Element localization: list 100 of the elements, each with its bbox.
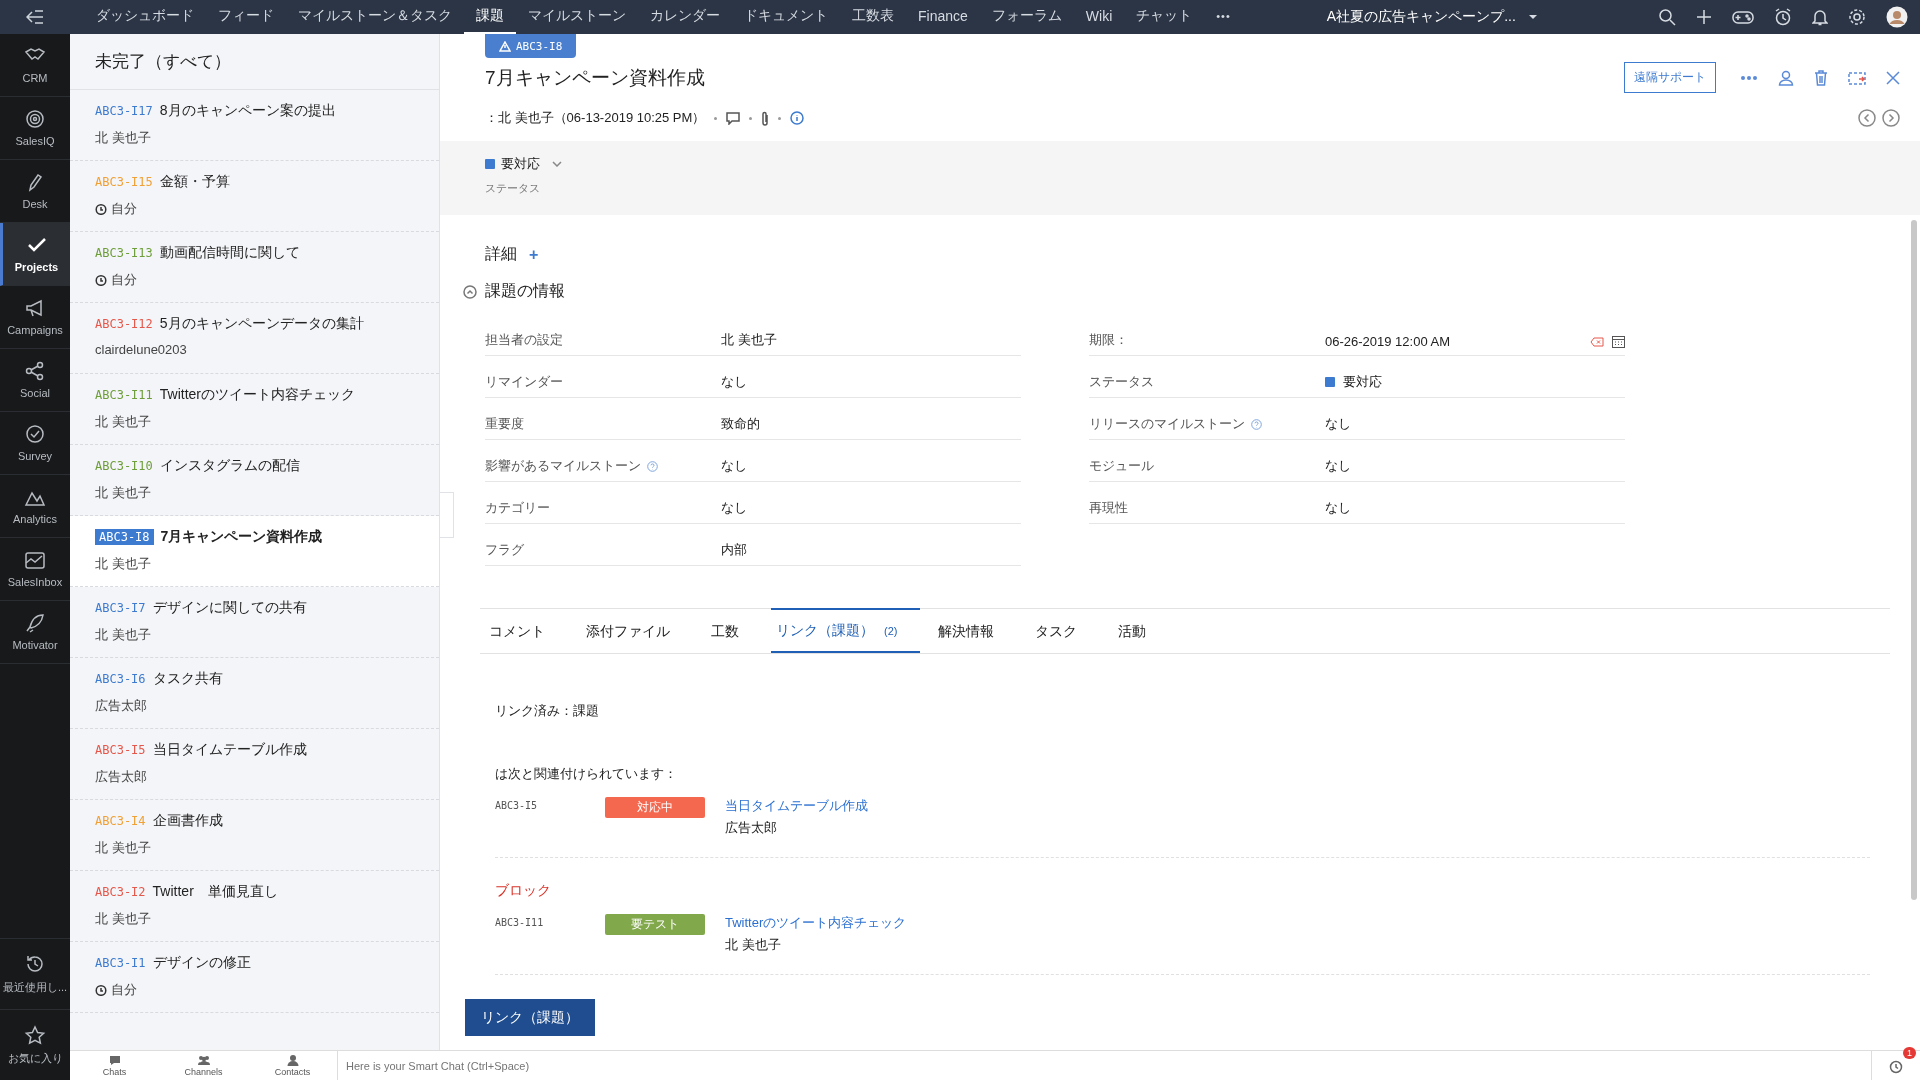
issue-item[interactable]: ABC3-I7 デザインに関しての共有 北 美也子 [70, 587, 439, 658]
tab[interactable]: 解決情報 [929, 608, 1018, 653]
nav-tab[interactable]: フィード [206, 0, 286, 34]
link-issue-button[interactable]: リンク（課題） [465, 999, 595, 1036]
more-menu[interactable]: ••• [1204, 0, 1243, 34]
issue-item[interactable]: ABC3-I4 企画書作成 北 美也子 [70, 800, 439, 871]
issue-item[interactable]: ABC3-I12 5月のキャンペーンデータの集計 clairdelune0203 [70, 303, 439, 374]
status-dropdown[interactable]: 要対応 [485, 155, 562, 173]
tab[interactable]: 活動 [1109, 608, 1170, 653]
field-label: ステータス [1089, 373, 1154, 391]
nav-tab[interactable]: フォーラム [979, 0, 1074, 34]
nav-tab[interactable]: カレンダー [638, 0, 732, 34]
chat-input[interactable]: Here is your Smart Chat (Ctrl+Space) [337, 1051, 1872, 1080]
issue-id: ABC3-I1 [95, 956, 146, 970]
issue-item[interactable]: ABC3-I13 動画配信時間に関して 自分 [70, 232, 439, 303]
issue-title: 当日タイムテーブル作成 [152, 741, 307, 759]
issue-title: 企画書作成 [152, 812, 223, 830]
info-icon[interactable] [790, 111, 805, 125]
back-icon[interactable] [26, 10, 44, 24]
rail-item[interactable]: Projects [0, 223, 70, 286]
issue-item[interactable]: ABC3-I11 Twitterのツイート内容チェック 北 美也子 [70, 374, 439, 445]
convert-icon[interactable] [1848, 69, 1866, 86]
issue-id: ABC3-I12 [95, 317, 153, 331]
chat-bubble-icon [107, 1054, 122, 1066]
previous-icon[interactable] [1858, 109, 1876, 127]
chevron-down-icon [552, 161, 562, 167]
group-title: は次と関連付けられています： [495, 765, 678, 783]
gamepad-icon[interactable] [1732, 9, 1754, 25]
field-value: なし [1325, 415, 1351, 433]
issue-item[interactable]: ABC3-I2 Twitter 単価見直し 北 美也子 [70, 871, 439, 942]
paperclip-icon[interactable] [761, 110, 770, 126]
chat-tab[interactable]: Chats [70, 1051, 159, 1080]
target-icon [24, 109, 46, 129]
field-value: なし [721, 373, 747, 391]
nav-tab[interactable]: Finance [906, 0, 980, 34]
chat-tab[interactable]: Contacts [248, 1051, 337, 1080]
issue-id: ABC3-I15 [95, 175, 153, 189]
issue-item[interactable]: ABC3-I1 デザインの修正 自分 [70, 942, 439, 1013]
caret-icon [1527, 14, 1538, 20]
check-circle-icon [24, 424, 46, 444]
field-value: 致命的 [721, 415, 760, 433]
nav-tab[interactable]: ドキュメント [732, 0, 840, 34]
issue-id: ABC3-I5 [95, 743, 146, 757]
clear-icon[interactable] [1590, 336, 1604, 347]
tab[interactable]: リンク（課題） (2) [771, 608, 921, 653]
nav-tab[interactable]: マイルストーン [516, 0, 638, 34]
comment-icon[interactable] [726, 111, 741, 125]
issue-title: 動画配信時間に関して [159, 244, 300, 262]
remote-support-button[interactable]: 遠隔サポート [1624, 62, 1716, 93]
field-label: リマインダー [485, 373, 563, 391]
panel-handle[interactable] [440, 492, 454, 538]
owner-name: 自分 [111, 981, 137, 999]
issue-id: ABC3-I17 [95, 104, 153, 118]
issue-title: 8月のキャンペーン案の提出 [159, 102, 336, 120]
owner-name: 北 美也子 [95, 413, 151, 431]
avatar[interactable] [1886, 6, 1908, 28]
star-icon [24, 1024, 46, 1045]
issue-title: デザインに関しての共有 [152, 599, 307, 617]
plus-icon[interactable] [1696, 9, 1712, 25]
more-icon[interactable] [1740, 74, 1758, 81]
issue-link[interactable]: 当日タイムテーブル作成 [725, 797, 868, 815]
field-value: なし [1325, 499, 1351, 517]
issue-title: 7月キャンペーン資料作成 [160, 528, 323, 546]
field-value: なし [721, 457, 747, 475]
person-icon[interactable] [1778, 69, 1794, 86]
delete-icon[interactable] [1814, 69, 1828, 86]
chat-tab[interactable]: Channels [159, 1051, 248, 1080]
issue-item[interactable]: ABC3-I17 8月のキャンペーン案の提出 北 美也子 [70, 90, 439, 161]
field-value: 要対応 [1343, 373, 1382, 391]
issue-id: ABC3-I8 [516, 39, 563, 53]
alarm-clock-icon[interactable] [1774, 8, 1792, 26]
issue-item[interactable]: ABC3-I6 タスク共有 広告太郎 [70, 658, 439, 729]
issue-title: インスタグラムの配信 [159, 457, 300, 475]
issue-link[interactable]: Twitterのツイート内容チェック [725, 914, 907, 932]
notification-badge: 1 [1903, 1047, 1916, 1059]
tab[interactable]: タスク [1026, 608, 1101, 653]
group-title: ブロック [495, 882, 552, 900]
issue-item[interactable]: ABC3-I5 当日タイムテーブル作成 広告太郎 [70, 729, 439, 800]
collapse-icon[interactable] [463, 284, 477, 299]
issue-item[interactable]: ABC3-I15 金額・予算 自分 [70, 161, 439, 232]
nav-tab[interactable]: チャット [1124, 0, 1205, 34]
nav-tab[interactable]: マイルストーン＆タスク [286, 0, 464, 34]
timer-icon [95, 984, 107, 996]
calendar-icon[interactable] [1612, 335, 1625, 348]
scrollbar[interactable] [1911, 220, 1917, 900]
tab[interactable]: コメント [480, 608, 568, 653]
nav-tab[interactable]: ダッシュボード [84, 0, 206, 34]
settings-icon[interactable] [1848, 8, 1866, 26]
tab[interactable]: 工数 [702, 608, 762, 653]
next-icon[interactable] [1882, 109, 1900, 127]
add-button[interactable]: + [529, 245, 539, 264]
bell-icon[interactable] [1812, 8, 1828, 26]
issue-item[interactable]: ABC3-I8 7月キャンペーン資料作成 北 美也子 [70, 516, 439, 587]
search-icon[interactable] [1658, 8, 1676, 26]
status-label: 要対応 [501, 155, 540, 173]
nav-tab[interactable]: 工数表 [840, 0, 906, 34]
tab[interactable]: 添付ファイル [577, 608, 693, 653]
contact-icon [285, 1054, 300, 1066]
nav-tab[interactable]: Wiki [1073, 0, 1125, 34]
close-icon[interactable] [1886, 70, 1900, 85]
